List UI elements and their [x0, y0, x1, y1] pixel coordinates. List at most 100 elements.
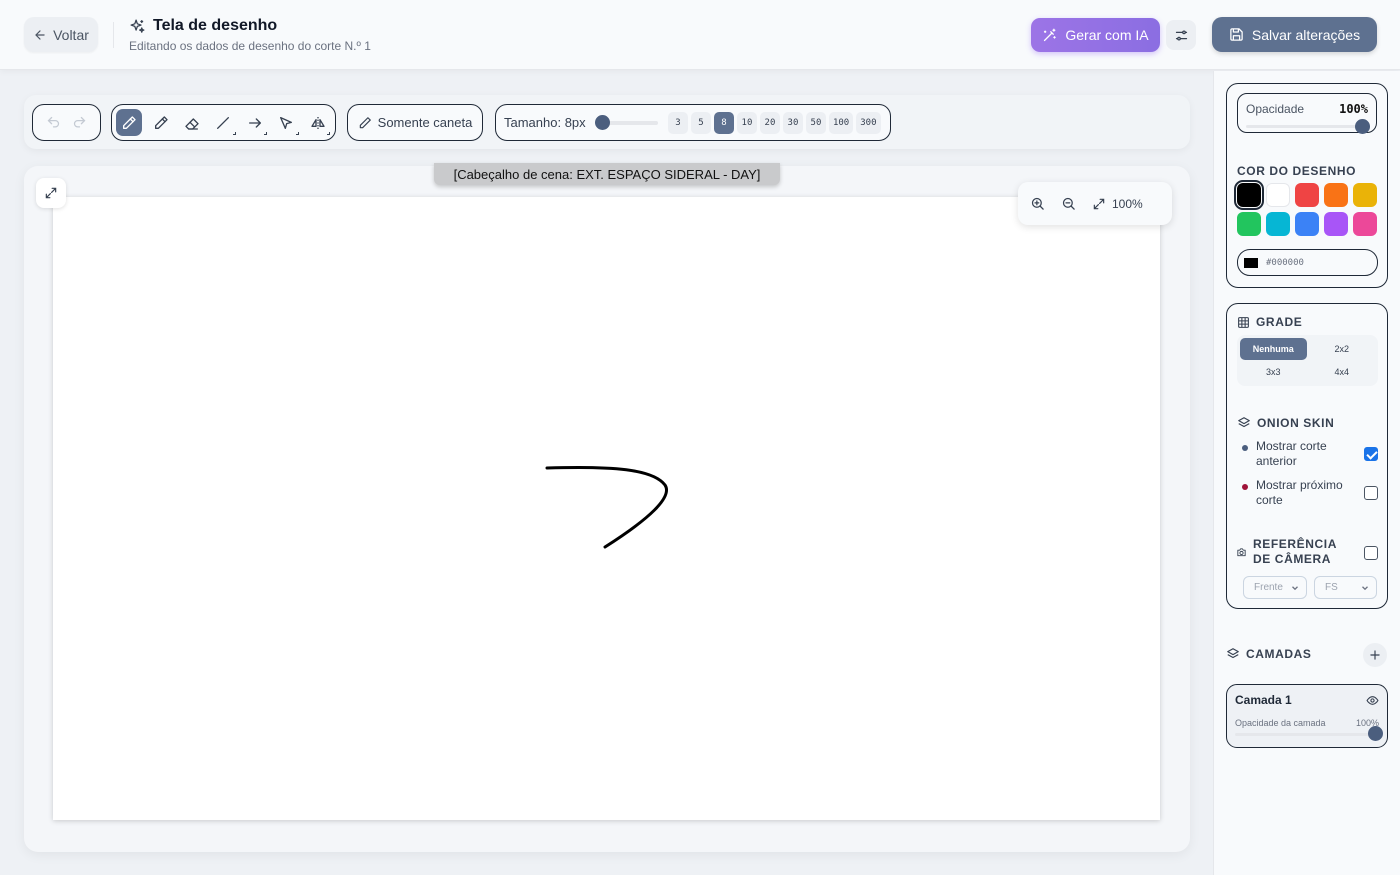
undo-icon[interactable]	[46, 115, 61, 130]
camera-shot-select[interactable]: FS	[1314, 576, 1377, 599]
color-swatch[interactable]	[1266, 183, 1290, 207]
grid-option[interactable]: Nenhuma	[1240, 338, 1307, 360]
layer-name: Camada 1	[1235, 693, 1292, 707]
submenu-corner	[264, 132, 268, 135]
color-swatch[interactable]	[1353, 212, 1377, 236]
layers-title: CAMADAS	[1246, 647, 1312, 661]
onion-next-checkbox[interactable]	[1364, 486, 1378, 500]
size-preset-20[interactable]: 20	[759, 111, 780, 134]
color-swatch[interactable]	[1234, 180, 1264, 210]
camera-icon	[1237, 547, 1246, 556]
size-label: Tamanho: 8px	[504, 115, 586, 130]
pen-only-toggle[interactable]: Somente caneta	[347, 104, 483, 141]
size-presets: 3 5 8 10 20 30 50 100 300	[666, 111, 882, 134]
opacity-value: 100%	[1339, 102, 1368, 116]
color-swatch[interactable]	[1295, 183, 1319, 207]
size-preset-10[interactable]: 10	[736, 111, 757, 134]
layer-item[interactable]: Camada 1 Opacidade da camada 100%	[1226, 684, 1388, 748]
select-icon	[280, 116, 293, 129]
brush-tool[interactable]	[116, 109, 143, 136]
size-preset-3[interactable]: 3	[667, 111, 688, 134]
camera-shot-value: FS	[1325, 582, 1338, 593]
color-swatch[interactable]	[1324, 183, 1348, 207]
onion-next-row: Mostrar próximo corte	[1242, 478, 1378, 508]
save-button[interactable]: Salvar alterações	[1212, 17, 1377, 52]
drawing-toolbar: Somente caneta Tamanho: 8px 3 5 8 10 20 30 50 1…	[24, 95, 1190, 149]
onion-prev-checkbox[interactable]	[1364, 447, 1378, 461]
line-tool[interactable]	[210, 109, 236, 136]
color-swatch[interactable]	[1266, 212, 1290, 236]
arrow-tool[interactable]	[242, 109, 268, 136]
sparkles-icon	[130, 18, 145, 33]
size-slider-thumb[interactable]	[594, 114, 610, 130]
size-preset-8[interactable]: 8	[713, 111, 734, 134]
mirror-icon	[311, 116, 325, 129]
settings-button[interactable]	[1166, 20, 1196, 50]
brush-icon	[123, 115, 136, 129]
generate-ai-button[interactable]: Gerar com IA	[1031, 18, 1160, 52]
tools-group	[111, 104, 336, 141]
submenu-corner	[326, 132, 330, 135]
color-swatch[interactable]	[1324, 212, 1348, 236]
layer-opacity-slider[interactable]	[1235, 726, 1383, 741]
grid-options: Nenhuma 2x2 3x3 4x4	[1237, 335, 1378, 386]
layer-opacity-thumb[interactable]	[1368, 726, 1383, 741]
redo-icon[interactable]	[72, 115, 87, 130]
pencil-tool[interactable]	[147, 109, 173, 136]
size-slider[interactable]	[594, 114, 659, 130]
mirror-tool[interactable]	[305, 109, 331, 136]
fullscreen-button[interactable]	[36, 178, 66, 208]
select-tool[interactable]	[273, 109, 299, 136]
scene-header-label: [Cabeçalho de cena: EXT. ESPAÇO SIDERAL …	[434, 163, 780, 185]
opacity-slider-thumb[interactable]	[1355, 119, 1370, 134]
eraser-tool[interactable]	[179, 109, 205, 136]
layers-icon	[1238, 417, 1250, 428]
back-label: Voltar	[53, 26, 89, 43]
grid-option[interactable]: 3x3	[1240, 362, 1307, 384]
color-swatch[interactable]	[1295, 212, 1319, 236]
title-block: Tela de desenho Editando os dados de des…	[129, 17, 371, 53]
onion-section-title: ONION SKIN	[1237, 416, 1334, 430]
zoom-out-icon[interactable]	[1061, 196, 1076, 211]
hex-color-preview	[1244, 257, 1258, 268]
back-button[interactable]: Voltar	[24, 17, 98, 52]
zoom-controls: 100%	[1018, 182, 1172, 225]
size-preset-100[interactable]: 100	[828, 111, 854, 134]
history-group	[32, 104, 101, 141]
grid-option[interactable]: 4x4	[1309, 362, 1376, 384]
size-preset-300[interactable]: 300	[856, 111, 881, 134]
onion-next-label: Mostrar próximo corte	[1256, 478, 1343, 507]
hex-value: #000000	[1266, 257, 1304, 268]
camera-checkbox[interactable]	[1364, 545, 1378, 560]
zoom-in-icon[interactable]	[1030, 196, 1045, 211]
zoom-level: 100%	[1112, 196, 1143, 211]
line-icon	[217, 116, 230, 129]
layers-icon	[1227, 648, 1239, 659]
eye-icon[interactable]	[1366, 694, 1379, 707]
opacity-label: Opacidade	[1246, 102, 1305, 116]
arrow-left-icon	[35, 29, 45, 40]
opacity-control[interactable]: Opacidade 100%	[1237, 93, 1377, 134]
sliders-icon	[1175, 30, 1187, 40]
opacity-slider[interactable]	[1246, 119, 1370, 134]
color-swatch[interactable]	[1353, 183, 1377, 207]
onion-title: ONION SKIN	[1257, 416, 1335, 430]
onion-prev-dot	[1242, 445, 1248, 451]
hex-color-input[interactable]: #000000	[1237, 249, 1378, 276]
add-layer-button[interactable]	[1363, 643, 1387, 667]
drawn-stroke	[545, 465, 668, 549]
camera-angle-select[interactable]: Frente	[1243, 576, 1307, 599]
page-subtitle: Editando os dados de desenho do corte N.…	[129, 39, 371, 53]
pen-icon	[359, 116, 371, 128]
save-label: Salvar alterações	[1251, 26, 1361, 43]
drawing-canvas[interactable]	[53, 197, 1160, 820]
grid-option[interactable]: 2x2	[1309, 338, 1376, 360]
size-group: Tamanho: 8px 3 5 8 10 20 30 50 100 300	[495, 104, 891, 141]
size-preset-30[interactable]: 30	[782, 111, 803, 134]
camera-angle-value: Frente	[1254, 582, 1283, 593]
zoom-reset-button[interactable]: 100%	[1092, 197, 1143, 211]
page-title: Tela de desenho	[153, 17, 278, 34]
size-preset-5[interactable]: 5	[690, 111, 711, 134]
size-preset-50[interactable]: 50	[805, 111, 826, 134]
color-swatch[interactable]	[1237, 212, 1261, 236]
